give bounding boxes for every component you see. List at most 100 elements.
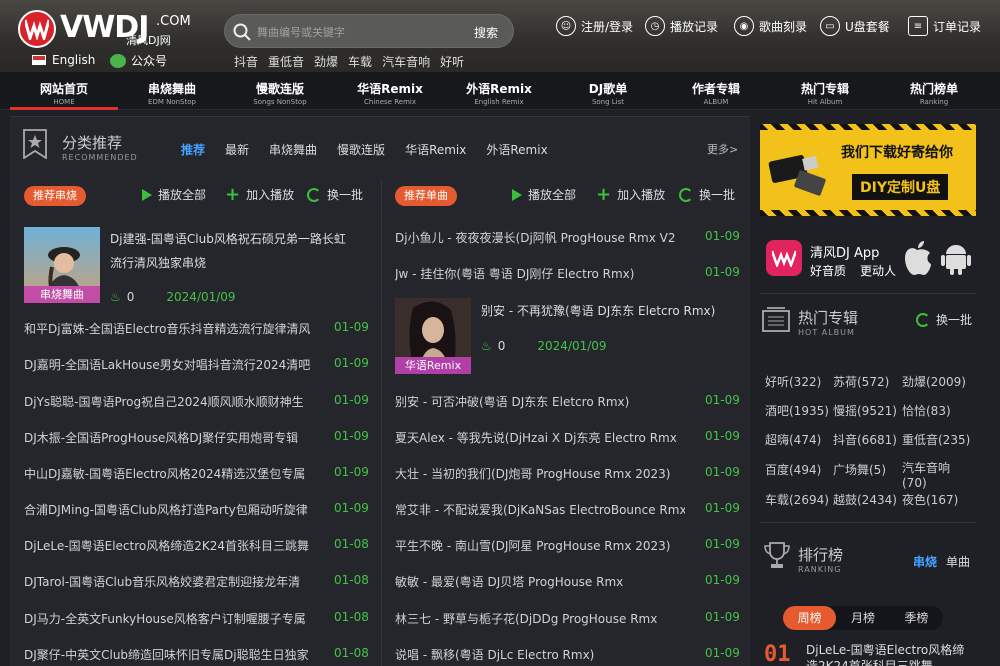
featured-title[interactable]: 别安 - 不再犹豫(粤语 DJ东东 Eletcro Rmx) bbox=[481, 299, 721, 323]
tab-slow[interactable]: 慢歌连版 bbox=[337, 141, 385, 158]
song-row[interactable]: DJ聚仔-中英文Club缔造回味怀旧专属Dj聪聪生日独家 bbox=[24, 646, 314, 663]
nav-chinese-remix[interactable]: 华语Remix Chinese Remix bbox=[336, 72, 444, 110]
song-row[interactable]: 常艾非 - 不配说爱我(DjKaNSas ElectroBounce Rmx bbox=[395, 501, 685, 518]
song-row[interactable]: 平生不晚 - 南山雪(DJ阿星 ProgHouse Rmx 2023) bbox=[395, 537, 685, 554]
refresh-icon bbox=[307, 187, 321, 202]
tab-recommend[interactable]: 推荐 bbox=[181, 141, 205, 158]
apple-icon[interactable] bbox=[902, 240, 932, 276]
genre-link[interactable]: 汽车音响(70) bbox=[902, 461, 972, 491]
action-label: 换一批 bbox=[327, 188, 364, 202]
topnav-login[interactable]: ☺ 注册/登录 bbox=[556, 16, 633, 36]
nav-english-remix[interactable]: 外语Remix English Remix bbox=[445, 72, 553, 110]
song-row[interactable]: DjLeLe-国粤语Electro风格缔造2K24首张科目三跳舞 bbox=[24, 537, 314, 554]
song-row[interactable]: DJ木振-全国语ProgHouse风格DJ聚仔实用炮哥专辑 bbox=[24, 429, 314, 446]
hot-tag[interactable]: 汽车音响 bbox=[382, 53, 430, 70]
play-all-button[interactable]: 播放全部 bbox=[142, 186, 206, 203]
tab-english-remix[interactable]: 外语Remix bbox=[486, 141, 547, 158]
song-date: 01-09 bbox=[334, 429, 369, 443]
song-row[interactable]: DjYs聪聪-国粤语Prog祝自己2024顺风顺水顺财神生 bbox=[24, 393, 314, 410]
topnav-usb[interactable]: ▭ U盘套餐 bbox=[820, 16, 890, 36]
featured-meta: ♨ 0 2024/01/09 bbox=[110, 290, 236, 304]
nav-slow[interactable]: 慢歌连版 Songs NonStop bbox=[226, 72, 334, 110]
add-to-playlist-button[interactable]: + 加入播放 bbox=[596, 185, 665, 203]
song-row[interactable]: 合浦DJMing-国粤语Club风格打造Party包厢动听旋律 bbox=[24, 501, 314, 518]
hot-tag[interactable]: 抖音 bbox=[234, 53, 258, 70]
genre-link[interactable]: 抖音(6681) bbox=[833, 431, 897, 448]
song-row[interactable]: DJTarol-国粤语Club音乐风格姣婆君定制迎接龙年清 bbox=[24, 573, 314, 590]
featured-title[interactable]: Dj建强-国粤语Club风格祝石硕兄弟一路长虹流行清风独家串烧 bbox=[110, 227, 350, 275]
android-icon[interactable] bbox=[940, 240, 972, 276]
genre-link[interactable]: 百度(494) bbox=[765, 461, 821, 478]
genre-link[interactable]: 酒吧(1935) bbox=[765, 402, 829, 419]
nav-home[interactable]: 网站首页 HOME bbox=[10, 72, 118, 110]
song-row[interactable]: 和平Dj富姝-全国语Electro音乐抖音精选流行旋律清风 bbox=[24, 320, 314, 337]
rank-item-title[interactable]: DjLeLe-国粤语Electro风格缔造2K24首张科目三跳舞 bbox=[806, 642, 976, 666]
song-row[interactable]: 夏天Alex - 等我先说(DjHzai X Dj东亮 Electro Rmx bbox=[395, 429, 685, 446]
genre-link[interactable]: 重低音(235) bbox=[902, 431, 970, 448]
ranking-tab-single[interactable]: 单曲 bbox=[946, 553, 970, 570]
search-button[interactable]: 搜索 bbox=[461, 21, 511, 43]
tab-monthly[interactable]: 月榜 bbox=[836, 606, 889, 630]
song-row[interactable]: 林三七 - 野草与栀子花(DjDDg ProgHouse Rmx bbox=[395, 610, 685, 627]
song-row[interactable]: 中山DJ嘉敏-国粤语Electro风格2024精选汉堡包专属 bbox=[24, 465, 314, 482]
genre-link[interactable]: 慢摇(9521) bbox=[833, 402, 897, 419]
more-link[interactable]: 更多> bbox=[707, 141, 738, 157]
app-slogan2: 更动人 bbox=[860, 264, 897, 278]
featured-cover[interactable]: 串烧舞曲 bbox=[24, 227, 100, 303]
song-row[interactable]: 敏敏 - 最爱(粤语 DJ贝塔 ProgHouse Rmx bbox=[395, 573, 685, 590]
play-all-button[interactable]: 播放全部 bbox=[512, 186, 576, 203]
tab-chinese-remix[interactable]: 华语Remix bbox=[405, 141, 466, 158]
nav-ranking[interactable]: 热门榜单 Ranking bbox=[880, 72, 988, 110]
nav-hit-album[interactable]: 热门专辑 Hit Album bbox=[771, 72, 879, 110]
nav-edm[interactable]: 串烧舞曲 EDM NonStop bbox=[118, 72, 226, 110]
song-row[interactable]: DJ嘉明-全国语LakHouse男女对唱抖音流行2024清吧 bbox=[24, 356, 314, 373]
nav-songlist[interactable]: DJ歌单 Song List bbox=[554, 72, 662, 110]
hot-album-refresh[interactable]: 换一批 bbox=[916, 311, 972, 328]
topnav-burn[interactable]: ◉ 歌曲刻录 bbox=[734, 16, 807, 36]
song-date: 01-09 bbox=[334, 320, 369, 334]
song-row[interactable]: 大壮 - 当初的我们(DJ炮哥 ProgHouse Rmx 2023) bbox=[395, 465, 685, 482]
refresh-button[interactable]: 换一批 bbox=[307, 186, 363, 203]
featured-cover[interactable]: 华语Remix bbox=[395, 298, 471, 374]
search-input[interactable] bbox=[257, 23, 447, 41]
hot-album-title: 热门专辑 bbox=[798, 309, 859, 327]
tab-latest[interactable]: 最新 bbox=[225, 141, 249, 158]
language-switch[interactable]: English bbox=[32, 53, 95, 67]
genre-link[interactable]: 劲爆(2009) bbox=[902, 373, 966, 390]
hot-tag[interactable]: 车载 bbox=[348, 53, 372, 70]
ad-line2: DIY定制U盘 bbox=[852, 174, 949, 200]
hot-tag[interactable]: 好听 bbox=[440, 53, 464, 70]
site-logo[interactable]: VWDJ .COM 清风DJ网 bbox=[18, 8, 191, 50]
topnav-history[interactable]: ◷ 播放记录 bbox=[645, 16, 718, 36]
refresh-button[interactable]: 换一批 bbox=[679, 186, 735, 203]
song-row[interactable]: Jw - 挂住你(粤语 粤语 DJ刚仔 Electro Rmx) bbox=[395, 265, 685, 282]
genre-link[interactable]: 恰恰(83) bbox=[902, 402, 951, 419]
add-to-playlist-button[interactable]: + 加入播放 bbox=[225, 185, 294, 203]
genre-link[interactable]: 越鼓(2434) bbox=[833, 491, 897, 508]
nav-sublabel: ALBUM bbox=[703, 98, 729, 106]
hot-tag[interactable]: 劲爆 bbox=[314, 53, 338, 70]
app-download[interactable]: 清风DJ App 好音质 更动人 bbox=[760, 234, 976, 286]
genre-link[interactable]: 车载(2694) bbox=[765, 491, 829, 508]
genre-link[interactable]: 超嗨(474) bbox=[765, 431, 821, 448]
song-row[interactable]: 别安 - 可否冲破(粤语 DJ东东 Eletcro Rmx) bbox=[395, 393, 685, 410]
genre-link[interactable]: 广场舞(5) bbox=[833, 461, 886, 478]
tab-weekly[interactable]: 周榜 bbox=[783, 606, 837, 630]
action-label: 换一批 bbox=[936, 313, 973, 327]
genre-link[interactable]: 好听(322) bbox=[765, 373, 821, 390]
song-row[interactable]: 说唱 - 飘移(粤语 DjLc Electro Rmx) bbox=[395, 646, 685, 663]
usb-ad-banner[interactable]: 我们下载好寄给你 DIY定制U盘 bbox=[760, 124, 976, 216]
ranking-tab-edm[interactable]: 串烧 bbox=[913, 553, 937, 570]
topnav-orders[interactable]: ≡ 订单记录 bbox=[908, 16, 981, 36]
tab-edm[interactable]: 串烧舞曲 bbox=[269, 141, 317, 158]
badge-recommend-edm: 推荐串烧 bbox=[24, 186, 86, 206]
hot-tag[interactable]: 重低音 bbox=[268, 53, 304, 70]
nav-album[interactable]: 作者专辑 ALBUM bbox=[662, 72, 770, 110]
genre-link[interactable]: 苏荷(572) bbox=[833, 373, 889, 390]
wechat-link[interactable]: 公众号 bbox=[110, 52, 167, 69]
hazard-stripe bbox=[760, 124, 976, 130]
song-row[interactable]: Dj小鱼儿 - 夜夜夜漫长(Dj阿帆 ProgHouse Rmx V2 bbox=[395, 229, 685, 246]
tab-quarterly[interactable]: 季榜 bbox=[890, 606, 943, 630]
song-row[interactable]: DJ马力-全英文FunkyHouse风格客户订制喔腰子专属 bbox=[24, 610, 314, 627]
genre-link[interactable]: 夜色(167) bbox=[902, 491, 958, 508]
